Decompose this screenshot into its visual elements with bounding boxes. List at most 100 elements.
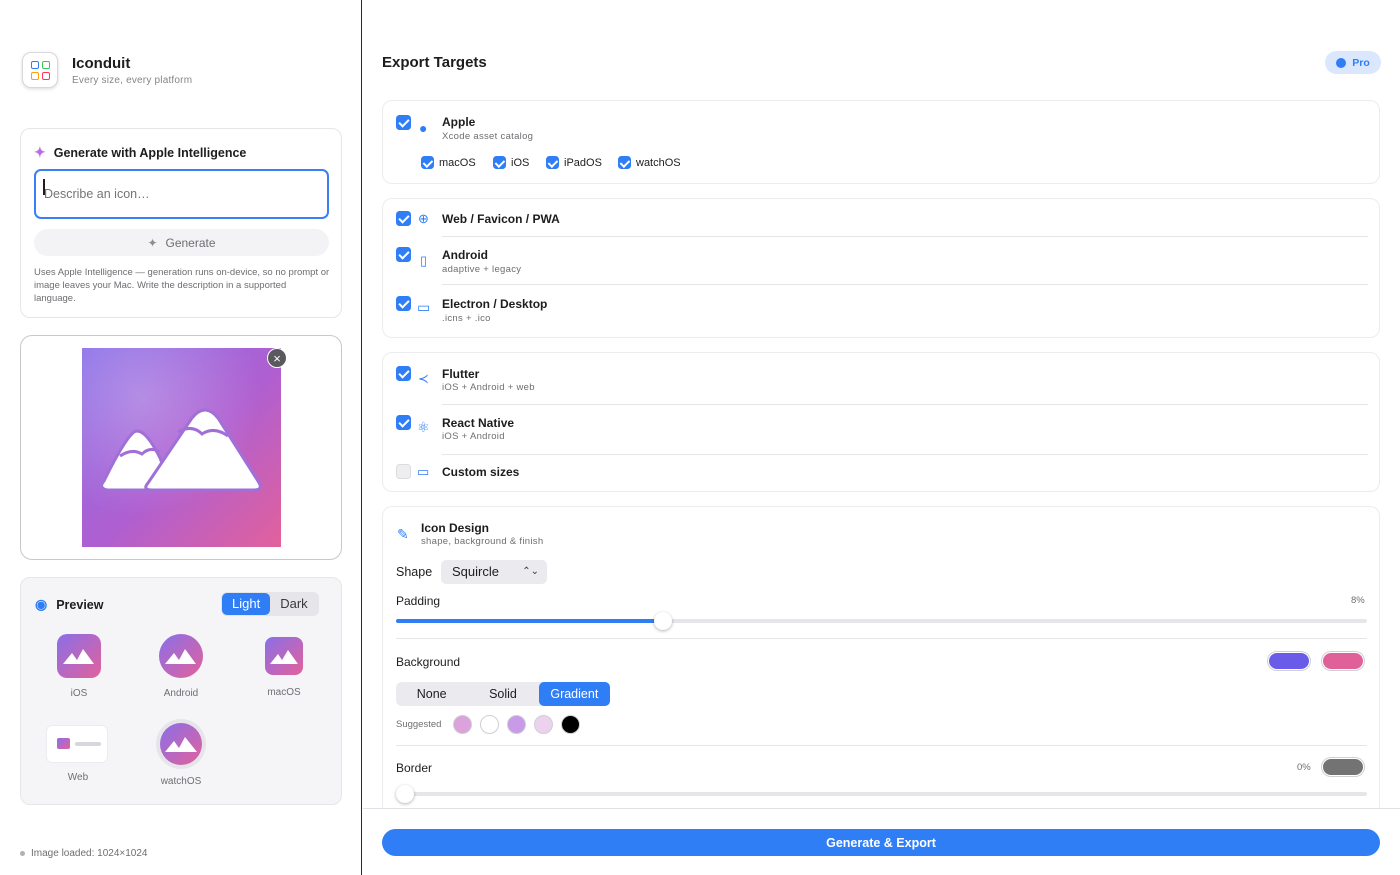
platform-ipados[interactable]: iPadOS bbox=[546, 156, 602, 169]
appearance-toggle[interactable]: Light Dark bbox=[221, 592, 319, 616]
image-drop-card[interactable]: × bbox=[20, 335, 342, 560]
icon-artwork bbox=[82, 348, 281, 547]
app-tagline: Every size, every platform bbox=[72, 74, 193, 86]
ipados-checkbox[interactable] bbox=[546, 156, 559, 169]
preview-watchos: watchOS bbox=[155, 718, 207, 787]
preview-card: ◉ Preview Light Dark iOS Android macOS W… bbox=[20, 577, 342, 805]
target-title-electron: Electron / Desktop bbox=[442, 297, 548, 311]
icon-design-panel: ✎ Icon Design shape, background & finish… bbox=[382, 506, 1380, 826]
web-android-desktop-group: ⊕ Web / Favicon / PWA ▯ Android adaptive… bbox=[382, 198, 1380, 338]
target-title-apple: Apple bbox=[442, 115, 476, 129]
light-mode-button[interactable]: Light bbox=[222, 593, 271, 615]
preview-label-watchos: watchOS bbox=[160, 776, 202, 787]
android-checkbox[interactable] bbox=[396, 247, 411, 262]
watchos-preview-icon bbox=[156, 719, 206, 769]
border-slider-knob[interactable] bbox=[396, 785, 414, 803]
suggested-color-swatch[interactable] bbox=[534, 715, 554, 734]
macos-checkbox[interactable] bbox=[421, 156, 434, 169]
generate-note: Uses Apple Intelligence — generation run… bbox=[34, 267, 330, 304]
padding-label: Padding bbox=[396, 594, 441, 608]
target-subtitle-react-native: iOS + Android bbox=[442, 431, 505, 442]
preview-ios: iOS bbox=[56, 633, 102, 699]
apple-target-group: ● Apple Xcode asset catalog macOS iOS iP… bbox=[382, 100, 1380, 184]
background-mode-control[interactable]: None Solid Gradient bbox=[396, 682, 610, 706]
custom-sizes-checkbox[interactable] bbox=[396, 464, 411, 479]
generate-button[interactable]: ✦ Generate bbox=[34, 229, 329, 256]
dark-mode-button[interactable]: Dark bbox=[270, 593, 317, 615]
suggested-label: Suggested bbox=[396, 719, 442, 730]
background-label: Background bbox=[396, 655, 461, 669]
bg-mode-none[interactable]: None bbox=[396, 682, 467, 706]
shape-label: Shape bbox=[396, 565, 433, 579]
generate-export-button[interactable]: Generate & Export bbox=[382, 829, 1380, 856]
watchos-checkbox[interactable] bbox=[618, 156, 631, 169]
globe-icon: ⊕ bbox=[418, 211, 429, 226]
android-preview-icon bbox=[159, 634, 203, 678]
remove-image-button[interactable]: × bbox=[267, 348, 287, 368]
suggested-color-swatch[interactable] bbox=[507, 715, 527, 734]
eye-icon: ◉ bbox=[35, 596, 48, 612]
suggested-color-swatch[interactable] bbox=[480, 715, 500, 734]
phone-icon: ▯ bbox=[420, 253, 428, 268]
suggested-color-swatch[interactable] bbox=[561, 715, 581, 734]
shape-select[interactable]: Squircle ⌃⌄ bbox=[441, 560, 547, 584]
platform-macos[interactable]: macOS bbox=[421, 156, 476, 169]
suggested-color-swatch[interactable] bbox=[453, 715, 473, 734]
ios-checkbox[interactable] bbox=[493, 156, 506, 169]
gradient-end-color-well[interactable] bbox=[1322, 652, 1364, 670]
status-dot-icon bbox=[20, 851, 25, 856]
main-panel: Export Targets Pro ● Apple Xcode asset c… bbox=[363, 0, 1400, 875]
atom-icon: ⚛ bbox=[417, 419, 430, 435]
generate-card: ✦ Generate with Apple Intelligence ✦ Gen… bbox=[20, 128, 342, 318]
sparkle-icon: ✦ bbox=[34, 144, 46, 160]
seal-check-icon bbox=[1336, 57, 1347, 68]
target-subtitle-android: adaptive + legacy bbox=[442, 264, 522, 275]
page-title: Export Targets bbox=[382, 54, 487, 71]
prompt-input[interactable] bbox=[34, 169, 329, 219]
bg-mode-solid[interactable]: Solid bbox=[467, 682, 538, 706]
platform-ios[interactable]: iOS bbox=[493, 156, 529, 169]
app-logo-icon bbox=[22, 52, 58, 88]
app-title: Iconduit bbox=[72, 54, 131, 72]
electron-checkbox[interactable] bbox=[396, 296, 411, 311]
status-bar: Image loaded: 1024×1024 bbox=[20, 848, 148, 859]
ios-preview-icon bbox=[57, 634, 101, 678]
ruler-icon: ▭ bbox=[417, 464, 430, 479]
platform-watchos[interactable]: watchOS bbox=[618, 156, 681, 169]
pro-badge[interactable]: Pro bbox=[1325, 51, 1381, 74]
react-native-checkbox[interactable] bbox=[396, 415, 411, 430]
shape-select-value: Squircle bbox=[452, 564, 499, 579]
preview-title: Preview bbox=[56, 597, 104, 612]
macos-preview-icon bbox=[265, 637, 303, 675]
generate-button-label: Generate bbox=[165, 235, 216, 250]
bg-mode-gradient[interactable]: Gradient bbox=[538, 682, 610, 706]
platform-label: iPadOS bbox=[564, 156, 602, 169]
padding-value: 8% bbox=[1351, 595, 1365, 606]
preview-label-ios: iOS bbox=[70, 688, 88, 699]
flutter-icon: ≺ bbox=[418, 371, 429, 386]
pro-badge-label: Pro bbox=[1352, 56, 1370, 69]
desktop-icon: ▭ bbox=[417, 299, 431, 315]
text-caret bbox=[43, 179, 45, 195]
flutter-checkbox[interactable] bbox=[396, 366, 411, 381]
target-title-custom-sizes: Custom sizes bbox=[442, 465, 520, 479]
preview-label-android: Android bbox=[163, 688, 199, 699]
flutter-rn-custom-group: ≺ Flutter iOS + Android + web ⚛ React Na… bbox=[382, 352, 1380, 492]
border-color-well[interactable] bbox=[1322, 758, 1364, 776]
platform-label: watchOS bbox=[636, 156, 681, 169]
suggested-colors: Suggested bbox=[396, 715, 581, 734]
preview-label-macos: macOS bbox=[267, 687, 301, 698]
app-header: Iconduit Every size, every platform bbox=[22, 52, 192, 88]
gradient-start-color-well[interactable] bbox=[1268, 652, 1310, 670]
preview-android: Android bbox=[158, 633, 204, 699]
target-subtitle-flutter: iOS + Android + web bbox=[442, 382, 535, 393]
web-checkbox[interactable] bbox=[396, 211, 411, 226]
border-slider[interactable] bbox=[396, 785, 1367, 803]
preview-header: ◉ Preview bbox=[35, 596, 103, 613]
target-title-android: Android bbox=[442, 248, 488, 262]
preview-web: Web bbox=[47, 726, 109, 783]
padding-slider[interactable] bbox=[396, 612, 1367, 630]
apple-checkbox[interactable] bbox=[396, 115, 411, 130]
padding-slider-knob[interactable] bbox=[654, 612, 673, 630]
status-text: Image loaded: 1024×1024 bbox=[31, 848, 148, 859]
